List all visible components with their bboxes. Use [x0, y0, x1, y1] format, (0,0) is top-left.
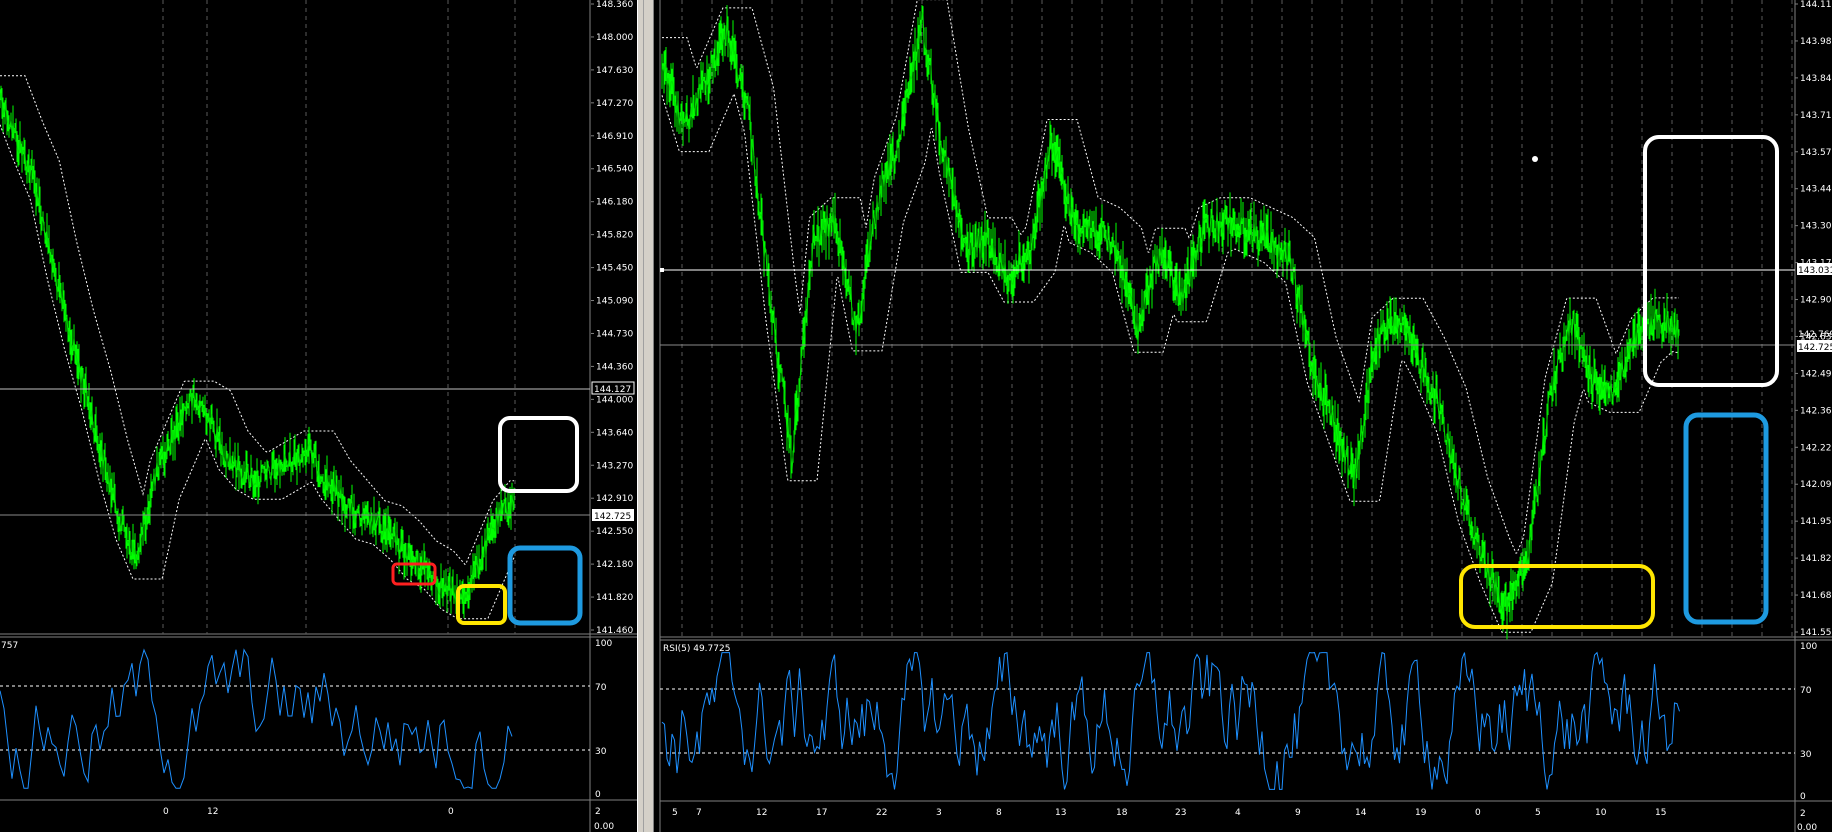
- right-rsi-title: RSI(5) 49.7725: [663, 644, 730, 654]
- left-price-label: 144.360: [596, 362, 633, 372]
- right-time-label: 15: [1655, 808, 1666, 818]
- right-price-label: 142.225: [1800, 443, 1832, 453]
- left-price-label: 143.640: [596, 428, 633, 438]
- left-price-label: 148.000: [596, 33, 633, 43]
- left-bottom-axis-top: 2: [595, 807, 601, 817]
- right-price-label: 143.305: [1800, 222, 1832, 232]
- left-bid-marker: 142.725: [594, 512, 631, 522]
- right-time-label: 3: [936, 808, 942, 818]
- right-chart-dot[interactable]: [1532, 156, 1538, 162]
- right-time-label: 18: [1116, 808, 1128, 818]
- right-level-marker: 143.031: [1798, 266, 1832, 276]
- left-level-marker: 144.127: [594, 385, 631, 395]
- left-price-label: 145.090: [596, 297, 633, 307]
- right-price-label: 143.710: [1800, 111, 1832, 121]
- left-rsi-axis-70: 70: [595, 683, 607, 693]
- right-time-label: 12: [756, 808, 767, 818]
- right-time-label: 19: [1415, 808, 1427, 818]
- right-price-label: 142.360: [1800, 406, 1832, 416]
- left-price-label: 146.540: [596, 165, 633, 175]
- right-price-label: 142.900: [1800, 296, 1832, 306]
- right-price-label: 143.845: [1800, 74, 1832, 84]
- left-price-label: 141.820: [596, 593, 633, 603]
- right-rsi-axis-100: 100: [1800, 642, 1817, 652]
- left-price-label: 147.630: [596, 66, 633, 76]
- left-bottom-axis-value: 0.00: [594, 822, 614, 832]
- left-price-label: 144.000: [596, 395, 633, 405]
- left-time-label-2: 12: [207, 807, 218, 817]
- left-price-label: 142.910: [596, 494, 633, 504]
- right-level-line-handle[interactable]: [660, 268, 664, 272]
- left-time-label-3: 0: [448, 807, 454, 817]
- left-price-label: 145.450: [596, 264, 633, 274]
- left-price-label: 146.180: [596, 198, 633, 208]
- right-price-label: 141.685: [1800, 591, 1832, 601]
- right-price-label: 142.495: [1800, 369, 1832, 379]
- right-price-label: 141.820: [1800, 554, 1832, 564]
- right-price-label: 141.955: [1800, 517, 1832, 527]
- right-rsi-axis-0: 0: [1800, 792, 1806, 802]
- right-time-label: 10: [1595, 808, 1607, 818]
- left-price-label: 145.820: [596, 231, 633, 241]
- left-rsi-axis-100: 100: [595, 639, 612, 649]
- right-time-label: 14: [1355, 808, 1367, 818]
- right-time-label: 7: [696, 808, 702, 818]
- left-price-label: 141.460: [596, 626, 633, 636]
- right-time-label: 5: [1535, 808, 1541, 818]
- left-rsi-axis-30: 30: [595, 747, 607, 757]
- right-time-label: 23: [1175, 808, 1186, 818]
- left-price-label: 147.270: [596, 99, 633, 109]
- left-time-label-1: 0: [163, 807, 169, 817]
- right-bid-marker: 142.725: [1798, 343, 1832, 353]
- right-price-label: 142.090: [1800, 480, 1832, 490]
- window-splitter[interactable]: [637, 0, 654, 832]
- right-time-label: 5: [672, 808, 678, 818]
- right-price-label: 143.440: [1800, 185, 1832, 195]
- left-rsi-axis-0: 0: [595, 790, 601, 800]
- splitter-grip: [643, 0, 644, 832]
- right-rsi-axis-70: 70: [1800, 686, 1812, 696]
- left-price-label: 143.270: [596, 461, 633, 471]
- right-bottom-axis-value: 0.00: [1797, 823, 1817, 832]
- right-rsi-axis-30: 30: [1800, 750, 1812, 760]
- right-time-label: 9: [1295, 808, 1301, 818]
- left-price-label: 142.550: [596, 527, 633, 537]
- right-bottom-axis-top: 2: [1800, 809, 1806, 819]
- right-price-label: 143.575: [1800, 148, 1832, 158]
- left-price-label: 148.360: [596, 0, 633, 10]
- right-time-label: 8: [996, 808, 1002, 818]
- right-level-marker-2: 142.769: [1798, 330, 1832, 340]
- right-price-label: 143.980: [1800, 37, 1832, 47]
- right-time-label: 22: [876, 808, 887, 818]
- right-time-label: 4: [1235, 808, 1241, 818]
- left-price-label: 144.730: [596, 329, 633, 339]
- left-price-label: 142.180: [596, 560, 633, 570]
- right-time-label: 13: [1055, 808, 1066, 818]
- left-rsi-title: 757: [1, 641, 18, 651]
- right-time-label: 17: [816, 808, 827, 818]
- right-price-label: 141.550: [1800, 628, 1832, 638]
- left-price-label: 146.910: [596, 132, 633, 142]
- right-time-label: 0: [1475, 808, 1481, 818]
- right-price-label: 144.115: [1800, 0, 1832, 10]
- trading-terminal-screen: 148.360 148.000 147.630 147.270 146.910 146.5…: [0, 0, 1832, 832]
- screen-background: [0, 0, 1832, 832]
